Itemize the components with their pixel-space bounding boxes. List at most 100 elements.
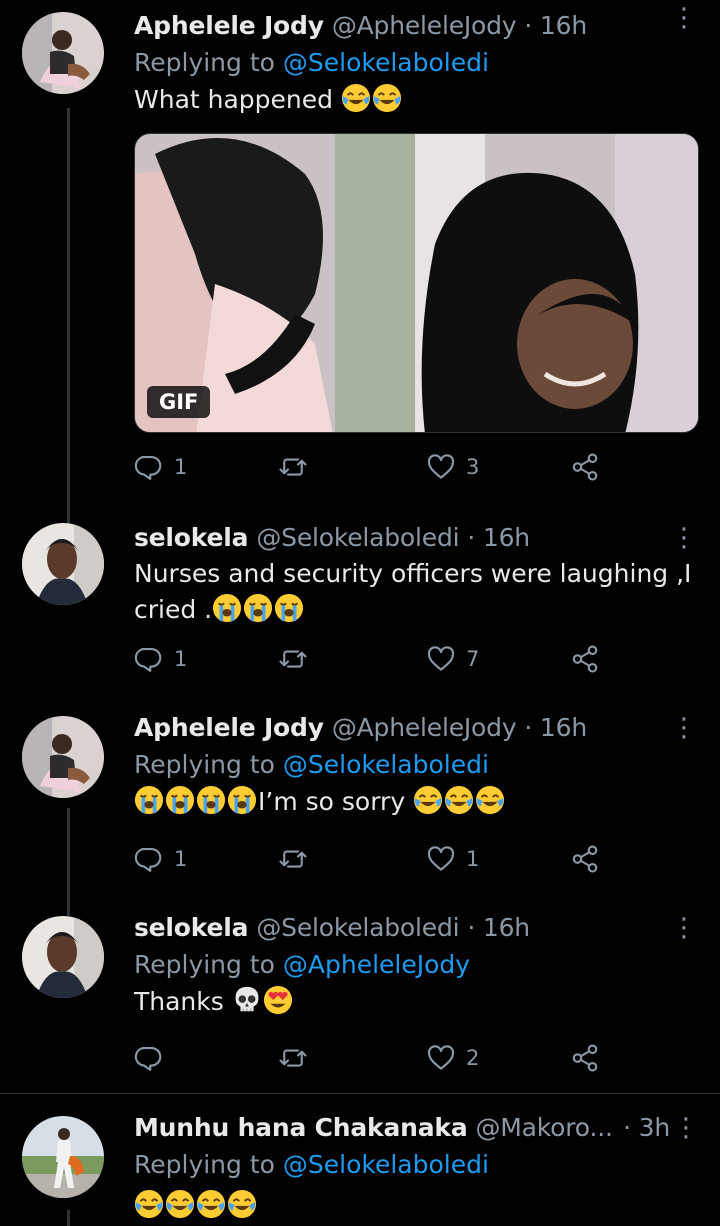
skull-emoji-icon bbox=[232, 985, 262, 1015]
more-icon[interactable]: ⋮ bbox=[668, 520, 700, 556]
replying-to-label: Replying to bbox=[134, 1150, 275, 1179]
tweet-text-content: What happened bbox=[134, 85, 334, 114]
share-button[interactable] bbox=[570, 841, 600, 877]
joy-emoji-icon bbox=[165, 1189, 195, 1219]
display-name[interactable]: Munhu hana Chakanaka bbox=[134, 1113, 468, 1142]
tweet[interactable]: Aphelele Jody @ApheleleJody · 16h Replyi… bbox=[0, 0, 720, 500]
joy-emoji-icon bbox=[196, 1189, 226, 1219]
share-button[interactable] bbox=[570, 1040, 600, 1076]
retweet-icon bbox=[278, 644, 308, 674]
heart-icon bbox=[426, 1043, 456, 1073]
reply-count: 1 bbox=[174, 847, 188, 871]
joy-emoji-icon bbox=[134, 1189, 164, 1219]
tweet-text-line: cried . bbox=[134, 595, 213, 624]
retweet-button[interactable] bbox=[278, 449, 318, 485]
tweet-text: Nurses and security officers were laughi… bbox=[134, 556, 700, 628]
like-count: 3 bbox=[466, 455, 480, 479]
action-bar: 1 1 bbox=[134, 841, 604, 877]
crying-emoji-icon bbox=[227, 785, 257, 815]
display-name[interactable]: selokela bbox=[134, 523, 249, 552]
tweet-text: Thanks bbox=[134, 984, 700, 1020]
more-icon[interactable]: ⋮ bbox=[668, 0, 700, 36]
tweet[interactable]: selokela @Selokelaboledi · 16h Nurses an… bbox=[0, 510, 720, 700]
retweet-button[interactable] bbox=[278, 841, 318, 877]
share-icon bbox=[570, 452, 600, 482]
like-button[interactable]: 7 bbox=[426, 641, 479, 677]
action-bar: 2 bbox=[134, 1040, 604, 1076]
like-button[interactable]: 1 bbox=[426, 841, 479, 877]
retweet-icon bbox=[278, 844, 308, 874]
tweet[interactable]: selokela @Selokelaboledi · 16h Replying … bbox=[0, 904, 720, 1090]
tweet-text bbox=[134, 1188, 700, 1224]
like-button[interactable]: 3 bbox=[426, 449, 479, 485]
reply-icon bbox=[134, 644, 164, 674]
share-button[interactable] bbox=[570, 449, 600, 485]
retweet-icon bbox=[278, 1043, 308, 1073]
tweet-text-line: Nurses and security officers were laughi… bbox=[134, 559, 692, 588]
retweet-button[interactable] bbox=[278, 641, 318, 677]
replying-to: Replying to @Selokelaboledi bbox=[134, 746, 700, 784]
user-handle[interactable]: @ApheleleJody bbox=[332, 11, 517, 40]
display-name[interactable]: Aphelele Jody bbox=[134, 11, 324, 40]
reply-button[interactable]: 1 bbox=[134, 841, 187, 877]
timestamp[interactable]: · 16h bbox=[524, 713, 587, 742]
avatar[interactable] bbox=[22, 12, 104, 94]
tweet[interactable]: Aphelele Jody @ApheleleJody · 16h Replyi… bbox=[0, 704, 720, 900]
replying-to-label: Replying to bbox=[134, 950, 275, 979]
share-button[interactable] bbox=[570, 641, 600, 677]
reply-button[interactable]: 1 bbox=[134, 449, 187, 485]
user-handle[interactable]: @Makoro... bbox=[476, 1113, 613, 1142]
user-handle[interactable]: @Selokelaboledi bbox=[256, 523, 459, 552]
replying-to: Replying to @Selokelaboledi bbox=[134, 44, 700, 82]
reply-icon bbox=[134, 1043, 164, 1073]
tweet-text: I’m so sorry bbox=[134, 784, 700, 820]
reply-button[interactable] bbox=[134, 1040, 174, 1076]
joy-emoji-icon bbox=[372, 83, 402, 113]
replying-to: Replying to @Selokelaboledi bbox=[134, 1146, 700, 1184]
like-count: 2 bbox=[466, 1046, 480, 1070]
crying-emoji-icon bbox=[134, 785, 164, 815]
replying-to-label: Replying to bbox=[134, 48, 275, 77]
mention-link[interactable]: @Selokelaboledi bbox=[283, 750, 489, 779]
user-handle[interactable]: @ApheleleJody bbox=[332, 713, 517, 742]
display-name[interactable]: Aphelele Jody bbox=[134, 713, 324, 742]
timestamp[interactable]: · 16h bbox=[467, 913, 530, 942]
avatar[interactable] bbox=[22, 1116, 104, 1198]
timestamp[interactable]: · 3h bbox=[623, 1113, 670, 1142]
more-icon[interactable]: ⋮ bbox=[670, 1110, 702, 1146]
replying-to-label: Replying to bbox=[134, 750, 275, 779]
divider bbox=[0, 1093, 720, 1094]
mention-link[interactable]: @ApheleleJody bbox=[283, 950, 470, 979]
like-count: 7 bbox=[466, 647, 480, 671]
share-icon bbox=[570, 644, 600, 674]
tweet-text-content: I’m so sorry bbox=[258, 787, 406, 816]
mention-link[interactable]: @Selokelaboledi bbox=[283, 1150, 489, 1179]
heart-icon bbox=[426, 644, 456, 674]
share-icon bbox=[570, 844, 600, 874]
timestamp[interactable]: · 16h bbox=[524, 11, 587, 40]
joy-emoji-icon bbox=[227, 1189, 257, 1219]
avatar[interactable] bbox=[22, 916, 104, 998]
avatar[interactable] bbox=[22, 523, 104, 605]
like-button[interactable]: 2 bbox=[426, 1040, 479, 1076]
timestamp[interactable]: · 16h bbox=[467, 523, 530, 552]
reply-button[interactable]: 1 bbox=[134, 641, 187, 677]
heart-icon bbox=[426, 452, 456, 482]
retweet-button[interactable] bbox=[278, 1040, 318, 1076]
reply-count: 1 bbox=[174, 455, 188, 479]
joy-emoji-icon bbox=[413, 785, 443, 815]
mention-link[interactable]: @Selokelaboledi bbox=[283, 48, 489, 77]
heart-eyes-emoji-icon bbox=[263, 985, 293, 1015]
crying-emoji-icon bbox=[196, 785, 226, 815]
more-icon[interactable]: ⋮ bbox=[668, 710, 700, 746]
retweet-icon bbox=[278, 452, 308, 482]
like-count: 1 bbox=[466, 847, 480, 871]
user-handle[interactable]: @Selokelaboledi bbox=[256, 913, 459, 942]
gif-media[interactable]: GIF bbox=[134, 133, 699, 433]
tweet-text: What happened bbox=[134, 82, 700, 118]
reply-icon bbox=[134, 844, 164, 874]
more-icon[interactable]: ⋮ bbox=[668, 910, 700, 946]
tweet[interactable]: Munhu hana Chakanaka @Makoro... · 3h Rep… bbox=[0, 1104, 720, 1226]
avatar[interactable] bbox=[22, 716, 104, 798]
display-name[interactable]: selokela bbox=[134, 913, 249, 942]
